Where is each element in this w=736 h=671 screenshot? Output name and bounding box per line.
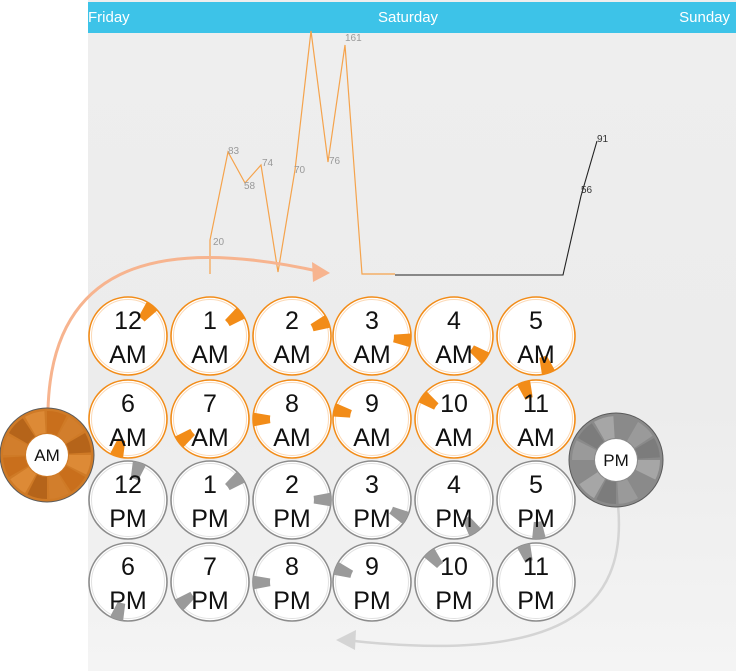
hour-button-1-pm[interactable]: 1 PM: [170, 460, 250, 540]
hour-number: 8: [285, 390, 299, 418]
hour-button-9-am[interactable]: 9 AM: [332, 379, 412, 459]
hour-period: PM: [273, 505, 311, 533]
series-2-data-label: 56: [581, 185, 593, 196]
hour-number: 4: [447, 307, 461, 335]
hour-button-8-pm[interactable]: 8 PM: [252, 542, 332, 622]
hour-button-10-pm[interactable]: 10 PM: [414, 542, 494, 622]
hour-button-4-am[interactable]: 4 AM: [414, 296, 494, 376]
hour-button-7-pm[interactable]: 7 PM: [170, 542, 250, 622]
hour-period: AM: [273, 424, 311, 452]
hour-period: PM: [191, 505, 229, 533]
hour-number: 6: [121, 390, 135, 418]
hour-number: 11: [523, 390, 549, 418]
hour-number: 6: [121, 553, 135, 581]
hour-period: AM: [435, 424, 473, 452]
hour-button-9-pm[interactable]: 9 PM: [332, 542, 412, 622]
series-1-data-label: 161: [345, 33, 362, 44]
hour-period: PM: [273, 587, 311, 615]
hour-button-12-pm[interactable]: 12 PM: [88, 460, 168, 540]
hour-number: 7: [203, 553, 217, 581]
hour-button-2-pm[interactable]: 2 PM: [252, 460, 332, 540]
hour-button-3-pm[interactable]: 3 PM: [332, 460, 412, 540]
hour-picker-screen: Friday Saturday Sunday 20 83 58 74 70 76 161 56…: [0, 0, 736, 671]
hour-number: 4: [447, 471, 461, 499]
hour-period: AM: [517, 424, 555, 452]
hour-period: PM: [517, 587, 555, 615]
hour-number: 8: [285, 553, 299, 581]
hour-period: AM: [109, 424, 147, 452]
hour-number: 11: [523, 553, 549, 581]
hour-button-2-am[interactable]: 2 AM: [252, 296, 332, 376]
series-1-data-label: 58: [244, 181, 256, 192]
pm-dial[interactable]: PM: [568, 412, 664, 508]
hour-number: 1: [203, 307, 217, 335]
pm-dial-label: PM: [603, 451, 629, 470]
series-line-2: [395, 140, 598, 276]
hour-period: AM: [191, 424, 229, 452]
hour-number: 7: [203, 390, 217, 418]
hour-button-5-am[interactable]: 5 AM: [496, 296, 576, 376]
hour-number: 2: [285, 307, 299, 335]
series-1-data-label: 70: [294, 165, 306, 176]
hour-period: PM: [109, 587, 147, 615]
hour-period: AM: [517, 341, 555, 369]
hour-button-6-pm[interactable]: 6 PM: [88, 542, 168, 622]
hour-button-8-am[interactable]: 8 AM: [252, 379, 332, 459]
am-dial-label: AM: [34, 446, 60, 465]
hour-period: PM: [435, 587, 473, 615]
hour-button-5-pm[interactable]: 5 PM: [496, 460, 576, 540]
hour-button-7-am[interactable]: 7 AM: [170, 379, 250, 459]
series-1-data-label: 20: [213, 237, 225, 248]
hour-number: 10: [440, 553, 468, 581]
hour-period: PM: [353, 587, 391, 615]
series-2-data-label: 91: [597, 134, 609, 145]
hour-button-3-am[interactable]: 3 AM: [332, 296, 412, 376]
hour-period: AM: [191, 341, 229, 369]
hour-number: 5: [529, 471, 543, 499]
hour-period: AM: [109, 341, 147, 369]
am-dial[interactable]: AM: [0, 407, 95, 503]
hour-period: PM: [517, 505, 555, 533]
hour-button-1-am[interactable]: 1 AM: [170, 296, 250, 376]
hour-period: AM: [273, 341, 311, 369]
hour-number: 3: [365, 307, 379, 335]
hour-number: 3: [365, 471, 379, 499]
hour-button-11-am[interactable]: 11 AM: [496, 379, 576, 459]
hour-number: 5: [529, 307, 543, 335]
hour-period: AM: [353, 424, 391, 452]
hour-number: 9: [365, 390, 379, 418]
hour-period: PM: [435, 505, 473, 533]
hour-period: AM: [435, 341, 473, 369]
hour-period: AM: [353, 341, 391, 369]
hour-button-12-am[interactable]: 12 AM: [88, 296, 168, 376]
hour-number: 12: [114, 307, 142, 335]
hour-button-10-am[interactable]: 10 AM: [414, 379, 494, 459]
hour-period: PM: [191, 587, 229, 615]
hour-number: 9: [365, 553, 379, 581]
series-1-data-label: 76: [329, 156, 341, 167]
series-1-data-label: 83: [228, 146, 240, 157]
hour-button-6-am[interactable]: 6 AM: [88, 379, 168, 459]
hour-period: PM: [353, 505, 391, 533]
hour-number: 1: [203, 471, 217, 499]
hour-number: 12: [114, 471, 142, 499]
hour-number: 2: [285, 471, 299, 499]
hour-button-11-pm[interactable]: 11 PM: [496, 542, 576, 622]
pm-arrow-head: [336, 630, 356, 650]
main-canvas: 208358747076161569112AM1AM2AM3AM4AM5AM6A…: [0, 30, 664, 650]
hour-button-4-pm[interactable]: 4 PM: [414, 460, 494, 540]
hour-number: 10: [440, 390, 468, 418]
hour-period: PM: [109, 505, 147, 533]
am-arrow-head: [312, 262, 330, 282]
series-1-data-label: 74: [262, 158, 274, 169]
